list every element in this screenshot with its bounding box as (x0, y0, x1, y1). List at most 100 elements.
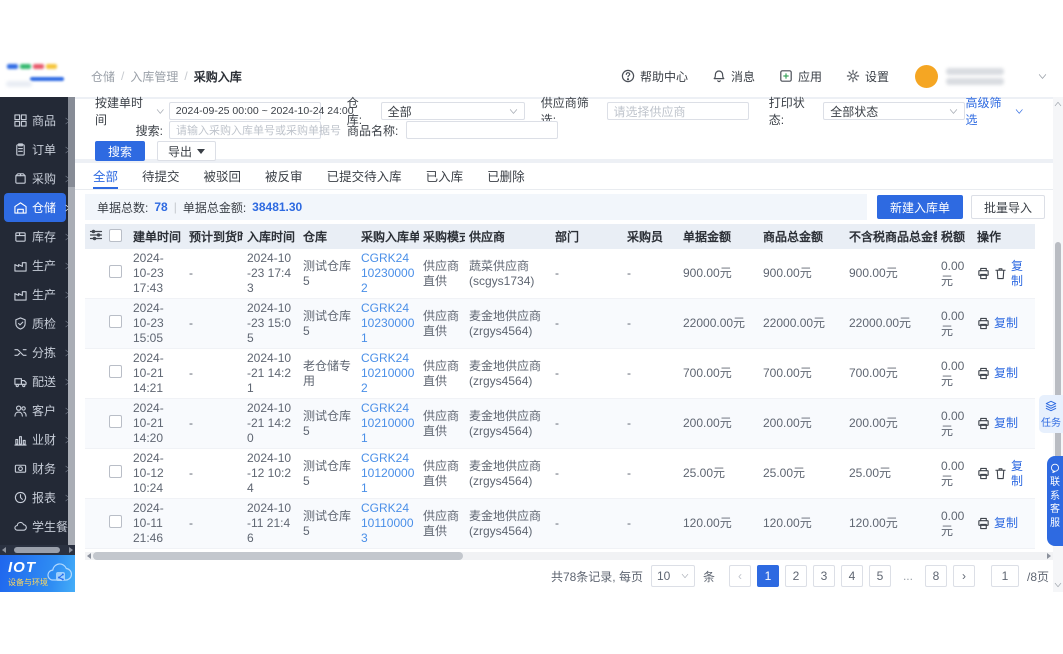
order-number-link[interactable]: CGRK24102300001 (361, 301, 414, 345)
export-button[interactable]: 导出 (157, 141, 216, 161)
tab-被反审[interactable]: 被反审 (265, 163, 303, 189)
sidebar-item-客户[interactable]: 客户 (4, 396, 66, 425)
printer-icon[interactable] (977, 467, 990, 480)
apps-button[interactable]: 应用 (779, 68, 822, 85)
column-settings-icon[interactable] (89, 228, 103, 242)
scroll-left-icon[interactable] (2, 547, 6, 553)
sidebar-item-采购[interactable]: 采购 (4, 164, 66, 193)
create-inbound-button[interactable]: 新建入库单 (877, 195, 963, 219)
search-button[interactable]: 搜索 (95, 141, 145, 161)
printer-icon[interactable] (977, 267, 990, 280)
row-checkbox[interactable] (109, 365, 122, 378)
sidebar-item-业财[interactable]: 业财 (4, 425, 66, 454)
sidebar-vertical-scrollbar[interactable] (68, 97, 75, 545)
table-horizontal-scrollbar[interactable] (85, 552, 1053, 560)
a1-cell: 200.00元 (679, 399, 759, 449)
mode-cell: 供应商直供 (419, 449, 465, 499)
chevron-right-icon (61, 349, 68, 357)
scroll-right-icon[interactable] (69, 547, 73, 553)
row-checkbox[interactable] (109, 315, 122, 328)
tab-已入库[interactable]: 已入库 (426, 163, 464, 189)
row-checkbox[interactable] (109, 265, 122, 278)
inbound-cell: 2024-10-23 15:05 (243, 299, 299, 349)
warehouse-select[interactable]: 全部 (381, 102, 525, 120)
product-name-input[interactable] (406, 121, 558, 139)
help-center-button[interactable]: 帮助中心 (621, 68, 688, 85)
printer-icon[interactable] (977, 317, 990, 330)
page-jump-input[interactable] (991, 565, 1019, 587)
tab-全部[interactable]: 全部 (93, 163, 118, 189)
sidebar-item-生产[interactable]: 生产 (4, 251, 66, 280)
page-button-4[interactable]: 4 (841, 565, 863, 587)
breadcrumb-item[interactable]: 入库管理 (130, 68, 178, 85)
row-select-cell (105, 499, 129, 549)
page-button-5[interactable]: 5 (869, 565, 891, 587)
sidebar-horizontal-scrollbar[interactable] (0, 545, 75, 555)
supplier-select[interactable]: 请选择供应商 (607, 102, 749, 120)
copy-link[interactable]: 复制 (994, 316, 1018, 331)
sidebar-item-订单[interactable]: 订单 (4, 135, 66, 164)
order-number-link[interactable]: CGRK24102300002 (361, 251, 414, 295)
tab-待提交[interactable]: 待提交 (142, 163, 180, 189)
wh-cell: 老仓储专用 (299, 349, 357, 399)
order-number-link[interactable]: CGRK24101100003 (361, 501, 414, 545)
sidebar-item-配送[interactable]: 配送 (4, 367, 66, 396)
order-number-link[interactable]: CGRK24102100001 (361, 401, 414, 445)
scroll-down-icon[interactable] (1054, 581, 1062, 589)
advanced-filter-toggle[interactable]: 高级筛选 (965, 94, 1023, 128)
print-status-select[interactable]: 全部状态 (823, 102, 965, 120)
page-button-1[interactable]: 1 (757, 565, 779, 587)
breadcrumb-item[interactable]: 仓储 (91, 68, 115, 85)
scroll-up-icon[interactable] (1054, 100, 1062, 108)
printer-icon[interactable] (977, 417, 990, 430)
printer-icon[interactable] (977, 367, 990, 380)
sidebar-item-库存[interactable]: 库存 (4, 222, 66, 251)
order-number-link[interactable]: CGRK24102100002 (361, 351, 414, 395)
date-range-input[interactable]: 2024-09-25 00:00 ~ 2024-10-24 24:00 (169, 102, 321, 120)
trash-icon[interactable] (994, 467, 1007, 480)
iot-banner[interactable]: IOT 设备与环境 (0, 555, 75, 592)
page-size-select[interactable]: 10 (651, 565, 695, 587)
page-button-2[interactable]: 2 (785, 565, 807, 587)
sidebar-item-学生餐[interactable]: 学生餐 (4, 512, 66, 541)
sidebar-item-分拣[interactable]: 分拣 (4, 338, 66, 367)
scroll-right-icon[interactable] (1047, 553, 1051, 559)
printer-icon[interactable] (977, 517, 990, 530)
sidebar: 商品 订单 采购 仓储 库存 生产 生产 质检 分拣 配送 客户 业财 财务 报… (0, 55, 75, 592)
trash-icon[interactable] (994, 267, 1007, 280)
copy-link[interactable]: 复制 (1011, 459, 1031, 489)
sidebar-item-报表[interactable]: 报表 (4, 483, 66, 512)
user-menu[interactable] (915, 65, 1047, 88)
sidebar-item-仓储[interactable]: 仓储 (4, 193, 66, 222)
sidebar-item-生产[interactable]: 生产 (4, 280, 66, 309)
copy-link[interactable]: 复制 (994, 416, 1018, 431)
row-checkbox[interactable] (109, 415, 122, 428)
next-page-button[interactable]: › (953, 565, 975, 587)
search-input[interactable]: 请输入采购入库单号或采购单据号 (169, 121, 321, 139)
copy-link[interactable]: 复制 (994, 366, 1018, 381)
sidebar-item-财务[interactable]: 财务 (4, 454, 66, 483)
select-all-checkbox[interactable] (109, 229, 122, 242)
tab-已删除[interactable]: 已删除 (487, 163, 525, 189)
bulk-import-button[interactable]: 批量导入 (971, 195, 1045, 219)
copy-link[interactable]: 复制 (994, 516, 1018, 531)
page-button-3[interactable]: 3 (813, 565, 835, 587)
prev-page-button[interactable]: ‹ (729, 565, 751, 587)
tab-已提交待入库[interactable]: 已提交待入库 (327, 163, 402, 189)
tasks-widget[interactable]: 任务 (1039, 395, 1063, 433)
scroll-left-icon[interactable] (87, 553, 91, 559)
order-number-link[interactable]: CGRK24101200001 (361, 451, 414, 495)
sidebar-item-质检[interactable]: 质检 (4, 309, 66, 338)
scrollbar-thumb[interactable] (93, 552, 463, 560)
row-checkbox[interactable] (109, 465, 122, 478)
copy-link[interactable]: 复制 (1011, 259, 1031, 289)
settings-button[interactable]: 设置 (846, 68, 889, 85)
sidebar-item-商品[interactable]: 商品 (4, 106, 66, 135)
row-checkbox[interactable] (109, 515, 122, 528)
expected-cell: - (185, 249, 243, 299)
messages-button[interactable]: 消息 (712, 68, 755, 85)
tab-被驳回[interactable]: 被驳回 (204, 163, 242, 189)
page-button-8[interactable]: 8 (925, 565, 947, 587)
contact-support-widget[interactable]: 联系客服 (1047, 456, 1063, 546)
created-cell: 2024-10-21 14:21 (129, 349, 185, 399)
